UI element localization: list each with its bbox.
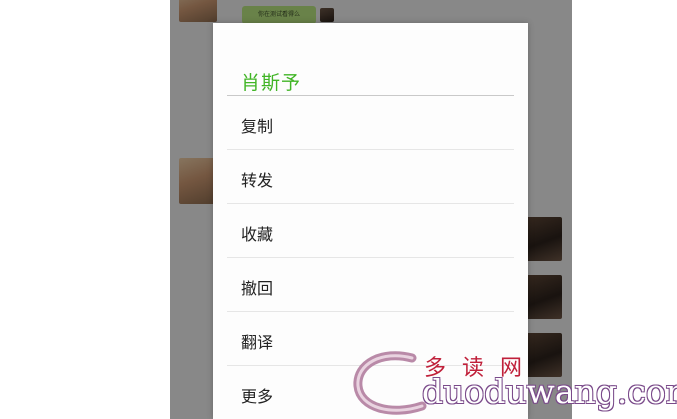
menu-item-label: 更多 <box>241 387 274 406</box>
menu-item-label: 收藏 <box>241 225 274 244</box>
menu-item-label: 翻译 <box>241 333 274 352</box>
menu-item-forward[interactable]: 转发 <box>227 150 514 204</box>
menu-item-recall[interactable]: 撤回 <box>227 258 514 312</box>
dialog-title: 肖斯予 <box>241 72 302 94</box>
site-watermark: 多读网 duoduwang.com <box>352 350 677 419</box>
watermark-url: duoduwang.com <box>422 372 677 411</box>
menu-item-favorite[interactable]: 收藏 <box>227 204 514 258</box>
menu-item-label: 撤回 <box>241 279 274 298</box>
menu-item-label: 复制 <box>241 117 274 136</box>
watermark-logo-icon <box>353 351 427 415</box>
menu-item-label: 转发 <box>241 171 274 190</box>
menu-item-copy[interactable]: 复制 <box>227 96 514 150</box>
